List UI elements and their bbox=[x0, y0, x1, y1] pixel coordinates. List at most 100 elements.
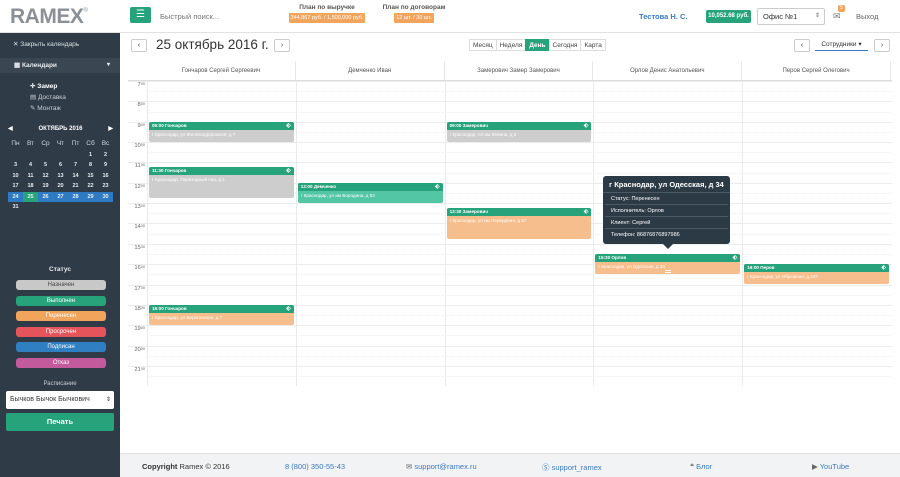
menu-toggle-button[interactable]: ☰ bbox=[130, 7, 151, 23]
footer-phone-link[interactable]: 8 (800) 350-55-43 bbox=[285, 462, 345, 471]
sidebar-item-measure[interactable]: ✛ Замер bbox=[30, 82, 57, 90]
calendar-event[interactable]: 12:00 Демченко ⬖ г Краснодар, ул им Бороди… bbox=[297, 182, 443, 204]
popover-phone: Телефон: 86876876897986 bbox=[611, 231, 680, 238]
quick-search-input[interactable] bbox=[160, 8, 275, 24]
calendar-event[interactable]: 16:00 Перов ⬖ г Краснодар, ул Обрывная, д … bbox=[744, 264, 889, 285]
view-tab[interactable]: Карта bbox=[580, 39, 606, 51]
mini-calendar-day[interactable]: 12 bbox=[38, 171, 53, 182]
footer-youtube-link[interactable]: ▶ YouTube bbox=[812, 462, 849, 471]
mini-calendar-day[interactable]: 14 bbox=[68, 171, 83, 182]
mini-calendar-empty bbox=[53, 202, 68, 213]
mini-calendar-day[interactable]: 31 bbox=[8, 202, 23, 213]
mini-calendar-day[interactable]: 4 bbox=[23, 160, 38, 171]
mini-calendar-day[interactable]: 1 bbox=[83, 150, 98, 161]
mini-calendar-day[interactable]: 21 bbox=[68, 181, 83, 192]
chevron-left-icon: ‹ bbox=[137, 42, 141, 49]
mini-calendar-day[interactable]: 23 bbox=[98, 181, 113, 192]
mini-calendar-day[interactable]: 6 bbox=[53, 160, 68, 171]
mini-calendar-day[interactable]: 19 bbox=[38, 181, 53, 192]
mini-calendar-day[interactable]: 27 bbox=[53, 191, 68, 202]
mini-calendar-day[interactable]: 18 bbox=[23, 181, 38, 192]
prev-staff-button[interactable]: ‹ bbox=[794, 39, 810, 52]
status-legend-item[interactable]: Отказ bbox=[16, 357, 106, 368]
hour-label: 1400 bbox=[134, 224, 145, 231]
mini-calendar-day[interactable]: 8 bbox=[83, 160, 98, 171]
mini-calendar-day[interactable]: 29 bbox=[83, 191, 98, 202]
ramex-logo[interactable]: RAMEX® bbox=[10, 4, 118, 30]
expand-icon[interactable]: ⬖ bbox=[286, 305, 291, 313]
expand-icon[interactable]: ⬖ bbox=[733, 254, 738, 262]
mini-calendar-day[interactable]: 5 bbox=[38, 160, 53, 171]
sidebar-item-installation[interactable]: ✎ Монтаж bbox=[30, 104, 61, 112]
expand-icon[interactable]: ⬖ bbox=[286, 122, 291, 130]
expand-icon[interactable]: ⬖ bbox=[584, 122, 589, 130]
schedule-select[interactable]: Бычков Бычок Бычкович ⇕ bbox=[6, 391, 114, 409]
event-address: г Краснодар, ул Железнодорожная, д 7 bbox=[152, 131, 236, 137]
expand-icon[interactable]: ⬖ bbox=[435, 183, 440, 191]
mail-button[interactable]: ✉ 5 bbox=[833, 5, 845, 22]
calendar-event[interactable]: 13:30 Замерович ⬖ г Краснодар, ул им Перед… bbox=[446, 208, 592, 239]
comments-icon: ❝ bbox=[690, 462, 695, 471]
user-name-link[interactable]: Тестова Н. С. bbox=[639, 12, 687, 21]
status-legend-item[interactable]: Выполнен bbox=[16, 295, 106, 306]
mini-calendar-day[interactable]: 10 bbox=[8, 171, 23, 182]
mini-calendar-day[interactable]: 16 bbox=[98, 171, 113, 182]
mini-calendar-day[interactable]: 26 bbox=[38, 191, 53, 202]
mini-calendar-day[interactable]: 24 bbox=[8, 191, 23, 202]
expand-icon[interactable]: ⬖ bbox=[881, 264, 886, 272]
mini-calendar-day[interactable]: 22 bbox=[83, 181, 98, 192]
office-select[interactable]: Офис №1 ⇕ bbox=[757, 8, 825, 25]
expand-icon[interactable]: ⬖ bbox=[584, 208, 589, 216]
view-tab[interactable]: День bbox=[525, 39, 550, 51]
next-day-button[interactable]: › bbox=[274, 39, 290, 52]
status-legend-item[interactable]: Перенесен bbox=[16, 311, 106, 321]
close-calendar-link[interactable]: ✕ Закрыть календарь bbox=[13, 40, 79, 48]
mini-calendar-day[interactable]: 11 bbox=[23, 171, 38, 182]
mini-calendar-day[interactable]: 28 bbox=[68, 191, 83, 202]
mini-calendar-day[interactable]: 25 bbox=[23, 191, 38, 202]
calendar-event[interactable]: 15:30 Орлов ⬖ г Краснодар, ул Одесская, д … bbox=[595, 253, 741, 275]
calendar-event[interactable]: 09:00 Замерович ⬖ г Краснодар, пл им Ленин… bbox=[446, 121, 592, 143]
weekday-label: Сб bbox=[86, 140, 95, 147]
calendar-event[interactable]: 11:30 Гончаров ⬖ г Краснодар, Переходный п… bbox=[149, 167, 294, 198]
mini-calendar-day[interactable]: 20 bbox=[53, 181, 68, 192]
status-legend-item[interactable]: Просрочен bbox=[16, 326, 106, 337]
status-legend-item[interactable]: Назначен bbox=[16, 280, 106, 290]
mini-calendar-day[interactable]: 2 bbox=[98, 150, 113, 161]
calendar-event[interactable]: 18:00 Гончаров ⬖ г Краснодар, ул Береговск… bbox=[149, 304, 294, 326]
next-month-button[interactable]: ▶ bbox=[108, 123, 113, 135]
mini-calendar-day[interactable]: 9 bbox=[98, 160, 113, 171]
next-staff-button[interactable]: › bbox=[874, 39, 890, 52]
view-tab[interactable]: Сегодня bbox=[548, 39, 582, 51]
weekday-label: Вт bbox=[26, 140, 35, 147]
mini-calendar-day[interactable]: 3 bbox=[8, 160, 23, 171]
footer-blog-link[interactable]: ❝ Блог bbox=[690, 462, 712, 471]
event-time-bar: 09:00 Замерович ⬖ bbox=[446, 121, 592, 130]
mini-calendar-day[interactable]: 30 bbox=[98, 191, 113, 202]
status-legend-item[interactable]: Подписан bbox=[16, 342, 106, 352]
prev-month-button[interactable]: ◀ bbox=[8, 123, 13, 135]
select-arrows-icon: ⇕ bbox=[103, 391, 111, 409]
revenue-plan-value: 344,867 руб. / 1,500,000 руб. bbox=[288, 13, 366, 23]
footer-skype-link[interactable]: Ⓢ support_ramex bbox=[542, 462, 602, 473]
mini-calendar-day[interactable]: 17 bbox=[8, 181, 23, 192]
sidebar-item-delivery[interactable]: ▤ Доставка bbox=[30, 93, 66, 101]
footer-email-link[interactable]: ✉ support@ramex.ru bbox=[406, 462, 477, 471]
print-button[interactable]: Печать bbox=[6, 413, 114, 431]
view-tab[interactable]: Месяц bbox=[469, 39, 497, 51]
mini-calendar-header: ◀ ОКТЯБРЬ 2016 ▶ bbox=[8, 123, 113, 135]
mini-calendar-day[interactable]: 15 bbox=[83, 171, 98, 182]
calendars-section[interactable]: ▦ Календари ▾ bbox=[0, 58, 120, 73]
prev-day-button[interactable]: ‹ bbox=[131, 39, 147, 52]
popover-executor: Исполнитель: Орлов bbox=[605, 205, 728, 217]
weekday-label: Пн bbox=[11, 140, 20, 147]
staff-dropdown[interactable]: Сотрудники ▾ bbox=[815, 39, 868, 51]
column-divider bbox=[593, 81, 595, 386]
calendar-event[interactable]: 09:00 Гончаров ⬖ г Краснодар, ул Железнодо… bbox=[149, 121, 294, 143]
expand-icon[interactable]: ⬖ bbox=[286, 167, 291, 175]
resize-handle[interactable] bbox=[664, 270, 671, 274]
logout-link[interactable]: Выход bbox=[856, 12, 878, 21]
mini-calendar-day[interactable]: 7 bbox=[68, 160, 83, 171]
mini-calendar-day[interactable]: 13 bbox=[53, 171, 68, 182]
view-tab[interactable]: Неделя bbox=[495, 39, 527, 51]
